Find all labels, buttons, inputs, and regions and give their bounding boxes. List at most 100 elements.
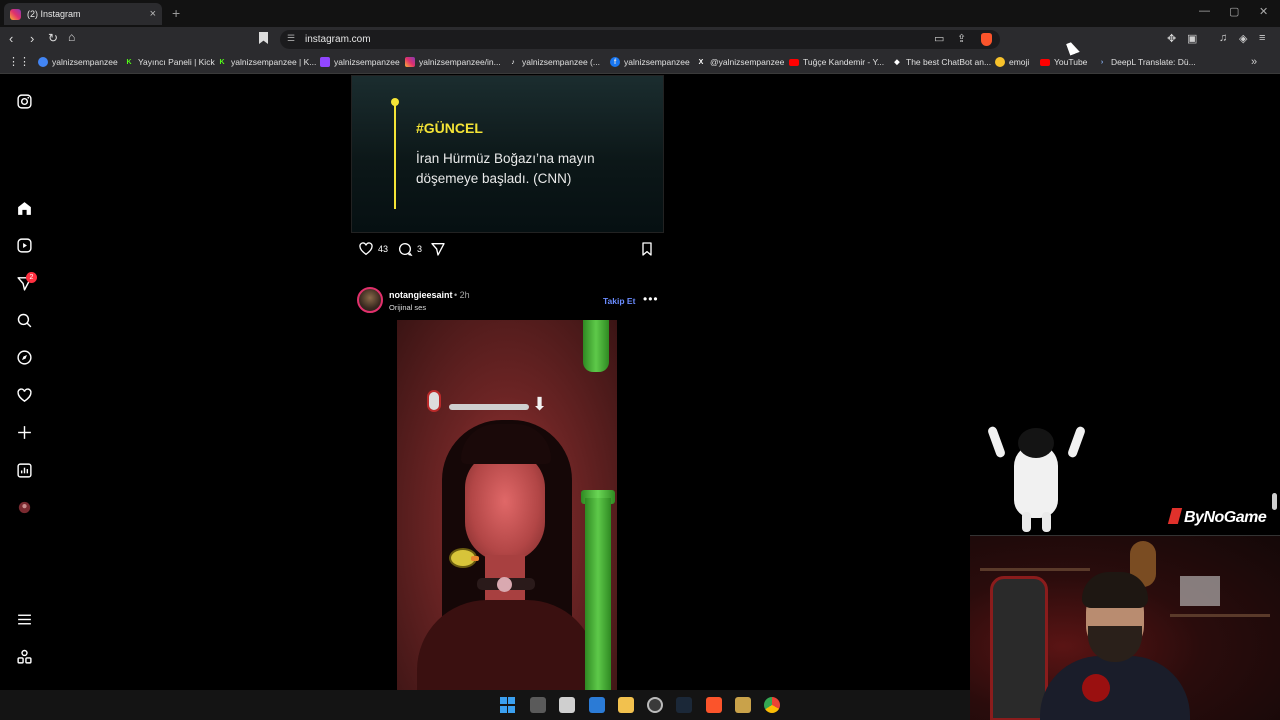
explore-icon[interactable] <box>15 348 33 366</box>
bookmark-item[interactable]: ♪ yalnizsempanzee (... <box>508 57 600 67</box>
cat-left-arm <box>986 425 1007 459</box>
bookmark-label: yalnizsempanzee | K... <box>231 57 317 67</box>
bookmark-label: YouTube <box>1054 57 1088 67</box>
reload-icon[interactable]: ↻ <box>48 31 58 45</box>
send-icon <box>431 243 445 256</box>
dancing-cat-overlay <box>986 422 1087 534</box>
follow-button[interactable]: Takip Et <box>603 296 635 306</box>
obs-icon[interactable] <box>647 697 663 713</box>
user-avatar[interactable] <box>357 287 383 313</box>
gaming-chair <box>990 576 1048 720</box>
maximize-icon[interactable]: ▢ <box>1229 5 1239 18</box>
bookmark-item[interactable]: yalnizsempanzee/in... <box>405 57 501 67</box>
cast-icon[interactable]: ▭ <box>934 32 944 45</box>
bookmark-item[interactable]: yalnizsempanzee <box>320 57 400 67</box>
instagram-logo-icon[interactable] <box>15 92 33 110</box>
audio-label[interactable]: Orijinal ses <box>389 303 426 312</box>
profile-avatar-icon[interactable] <box>15 498 33 516</box>
more-menu-icon[interactable] <box>15 610 33 628</box>
username[interactable]: notangieesaint <box>389 290 453 300</box>
forward-icon[interactable]: › <box>30 31 34 46</box>
brave-shields-icon[interactable] <box>981 33 992 46</box>
bookmark-item[interactable]: ◆ The best ChatBot an... <box>892 57 991 67</box>
bookmark-item[interactable]: emoji <box>995 57 1029 67</box>
shelf <box>980 568 1090 571</box>
deepl-icon: › <box>1100 58 1104 66</box>
bookmark-item[interactable]: yalnizsempanzee <box>38 57 118 67</box>
game-pipe-bottom <box>585 498 611 690</box>
post-actions: 43 3 <box>351 238 664 262</box>
scrollbar-thumb[interactable] <box>1272 493 1277 510</box>
bookmark-item[interactable]: f yalnizsempanzee <box>610 57 690 67</box>
brand-mark-icon <box>1167 508 1183 524</box>
save-button[interactable] <box>639 241 659 257</box>
home-icon[interactable]: ⌂ <box>68 30 75 44</box>
post-video[interactable]: ⬇ <box>351 320 664 690</box>
share-button[interactable] <box>430 241 450 257</box>
close-window-icon[interactable]: ✕ <box>1259 5 1268 18</box>
search-icon[interactable] <box>15 311 33 329</box>
accent-line <box>394 101 396 209</box>
file-explorer-icon[interactable] <box>618 697 634 713</box>
steam-icon[interactable] <box>676 697 692 713</box>
chrome-taskbar-icon[interactable] <box>764 697 780 713</box>
brave-browser-icon[interactable] <box>706 697 722 713</box>
bookmark-label: yalnizsempanzee <box>624 57 690 67</box>
menu-icon[interactable]: ≡ <box>1259 32 1265 44</box>
bookmark-item[interactable]: Kyalnizsempanzee | K... <box>217 57 316 67</box>
back-icon[interactable]: ‹ <box>9 31 13 46</box>
reels-icon[interactable] <box>15 236 33 254</box>
microphone-icon <box>427 390 441 412</box>
dashboard-icon[interactable] <box>15 461 33 479</box>
bookmark-item[interactable]: X @yalnizsempanzee <box>696 57 785 67</box>
rose <box>1082 674 1110 702</box>
media-player-icon[interactable] <box>735 697 751 713</box>
minimize-icon[interactable]: — <box>1199 5 1210 17</box>
chrome-icon <box>38 57 48 67</box>
down-arrow-icon: ⬇ <box>532 394 548 414</box>
site-info-icon[interactable]: ☰ <box>287 33 295 44</box>
bookmark-item[interactable]: Tuğçe Kandemir - Y... <box>789 57 884 67</box>
chatbot-icon: ◆ <box>894 59 900 66</box>
media-icon[interactable]: ♫ <box>1219 32 1227 44</box>
also-from-meta-icon[interactable] <box>15 647 33 665</box>
post-time: • 2h <box>454 290 470 300</box>
voice-level-bar <box>449 404 529 410</box>
webcam-overlay <box>970 535 1280 720</box>
bookmark-item[interactable]: K Yayıncı Paneli | Kick <box>124 57 214 67</box>
post-header: notangieesaint • 2h Orijinal ses Takip E… <box>351 286 664 316</box>
tab-title: (2) Instagram <box>27 9 81 19</box>
heart-icon[interactable] <box>15 386 33 404</box>
share-icon[interactable]: ⇪ <box>957 32 966 45</box>
windows-start-icon[interactable] <box>500 697 516 713</box>
like-button[interactable]: 43 <box>358 241 388 257</box>
sidebar-icon[interactable]: ▣ <box>1187 32 1197 45</box>
new-tab-button[interactable]: + <box>172 5 180 21</box>
create-icon[interactable] <box>15 423 33 441</box>
home-icon[interactable] <box>15 199 33 217</box>
bookmark-item[interactable]: YouTube <box>1040 57 1087 67</box>
address-bar[interactable]: ☰ instagram.com <box>280 30 1000 49</box>
more-bookmarks-icon[interactable]: » <box>1251 56 1257 68</box>
post-image-news[interactable]: #GÜNCEL İran Hürmüz Boğazı’na mayın döşe… <box>351 75 664 233</box>
snipping-tool-icon[interactable] <box>559 697 575 713</box>
task-view-icon[interactable] <box>530 697 546 713</box>
tab-instagram[interactable]: (2) Instagram × <box>4 3 162 25</box>
photos-icon[interactable] <box>589 697 605 713</box>
more-options-icon[interactable]: ••• <box>643 292 659 306</box>
tab-close-icon[interactable]: × <box>150 8 156 20</box>
bookmark-label: Tuğçe Kandemir - Y... <box>803 57 885 67</box>
comment-button[interactable]: 3 <box>397 241 422 257</box>
bookmark-label: yalnizsempanzee <box>52 57 118 67</box>
extensions-icon[interactable]: ✥ <box>1167 32 1176 45</box>
facebook-icon: f <box>610 57 620 67</box>
apps-grid-icon[interactable]: ⋮⋮ <box>8 55 30 68</box>
comment-icon <box>399 243 413 257</box>
video-person-face <box>465 452 545 562</box>
post-hashtag: #GÜNCEL <box>416 120 483 136</box>
bookmark-label: emoji <box>1009 57 1030 67</box>
twitch-icon <box>320 57 330 67</box>
choker-pendant <box>497 577 512 592</box>
bookmark-item[interactable]: › DeepL Translate: Dü... <box>1097 57 1196 67</box>
vpn-shield-icon[interactable]: ◈ <box>1239 32 1247 45</box>
